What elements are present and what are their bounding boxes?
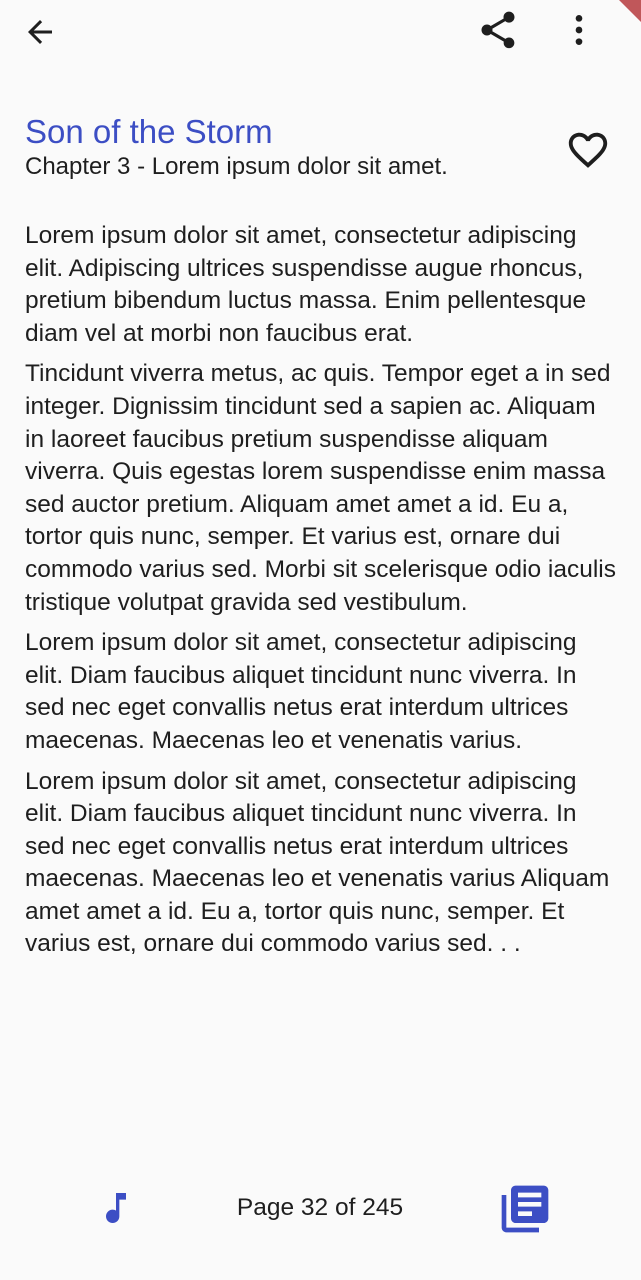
- music-note-icon: [106, 1193, 126, 1223]
- paragraph: Lorem ipsum dolor sit amet, consectetur …: [25, 629, 577, 754]
- music-button[interactable]: [90, 1178, 142, 1238]
- reader-bottom-bar: Page 32 of 245: [0, 1168, 641, 1248]
- paragraph: Lorem ipsum dolor sit amet, consectetur …: [25, 767, 610, 958]
- chapters-button[interactable]: [496, 1180, 554, 1238]
- chapter-title: Chapter 3 - Lorem ipsum dolor sit amet.: [25, 153, 448, 180]
- page-indicator: Page 32 of 245: [236, 1194, 404, 1221]
- chapter-content: Lorem ipsum dolor sit amet, consectetur …: [25, 220, 621, 969]
- paragraph: Lorem ipsum dolor sit amet, consectetur …: [25, 222, 587, 347]
- paragraph: Tincidunt viverra metus, ac quis. Tempor…: [25, 360, 616, 616]
- chapters-list-icon: [501, 1185, 549, 1233]
- chapter-header: Son of the Storm Chapter 3 - Lorem ipsum…: [25, 112, 545, 182]
- book-title: Son of the Storm: [25, 113, 273, 150]
- share-icon: [481, 11, 515, 49]
- more-vertical-icon: [575, 15, 583, 45]
- share-button[interactable]: [474, 6, 522, 54]
- back-button[interactable]: [16, 8, 64, 56]
- app-bar: [0, 0, 641, 64]
- arrow-back-icon: [28, 20, 52, 44]
- heart-outline-icon: [568, 132, 608, 168]
- favorite-button[interactable]: [562, 124, 614, 176]
- more-options-button[interactable]: [556, 6, 602, 54]
